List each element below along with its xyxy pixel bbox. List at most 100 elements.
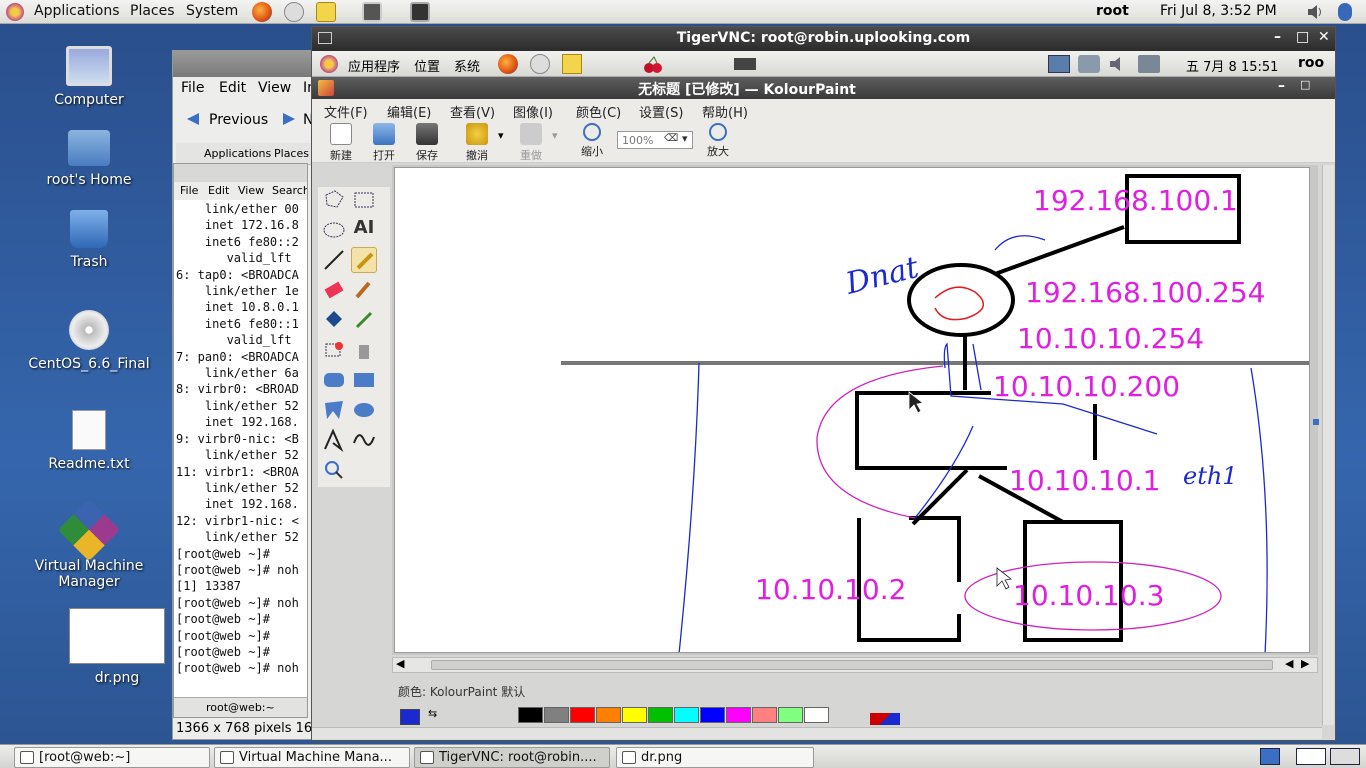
- desktop-icon-drpng[interactable]: dr.png: [42, 608, 192, 686]
- zoom-tool-icon[interactable]: [321, 457, 347, 483]
- color-picker-tool-icon[interactable]: [351, 307, 377, 333]
- clock[interactable]: Fri Jul 8, 3:52 PM: [1160, 3, 1277, 19]
- kp-minimize-icon[interactable]: –: [1278, 78, 1285, 94]
- kp-menu-edit[interactable]: 编辑(E): [387, 102, 431, 121]
- remote-network-icon[interactable]: [1078, 55, 1100, 73]
- workspace-switcher-2[interactable]: [1330, 748, 1360, 765]
- remote-firefox-icon[interactable]: [498, 54, 518, 74]
- palette-swatch[interactable]: [596, 707, 621, 723]
- new-button[interactable]: 新建: [321, 123, 361, 163]
- desktop-icon-vmm[interactable]: Virtual Machine Manager: [14, 498, 164, 590]
- remote-tray-1-icon[interactable]: [1048, 55, 1070, 73]
- horizontal-scrollbar[interactable]: ◀ ◀ ▶: [392, 657, 1318, 673]
- rect-tool-icon[interactable]: [351, 367, 377, 393]
- save-button[interactable]: 保存: [407, 123, 447, 163]
- connected-lines-tool-icon[interactable]: [321, 427, 347, 453]
- task-drpng[interactable]: dr.png: [616, 747, 814, 768]
- menu-places[interactable]: Places: [130, 3, 175, 19]
- remote-mail-icon[interactable]: [530, 54, 550, 74]
- spraycan-tool-icon[interactable]: [351, 337, 377, 363]
- vnc-titlebar[interactable]: TigerVNC: root@robin.uplooking.com – □ ✕: [312, 27, 1335, 51]
- desktop-icon-dvd[interactable]: CentOS_6.6_Final: [14, 310, 164, 372]
- notes-icon[interactable]: [316, 2, 336, 22]
- terminal-titlebar[interactable]: [174, 164, 307, 182]
- redo-button[interactable]: 重做: [511, 123, 551, 163]
- remote-tray-4-icon[interactable]: [1138, 55, 1160, 73]
- drawing-canvas[interactable]: 192.168.100.1 192.168.100.254 10.10.10.2…: [394, 167, 1310, 653]
- palette-swatch[interactable]: [726, 707, 751, 723]
- task-vmm[interactable]: Virtual Machine Mana...: [214, 747, 410, 768]
- palette-swatch[interactable]: [804, 707, 829, 723]
- kp-menu-settings[interactable]: 设置(S): [639, 102, 683, 121]
- terminal-tab[interactable]: root@web:~: [174, 697, 307, 717]
- palette-swatch[interactable]: [544, 707, 569, 723]
- term-menu-edit[interactable]: Edit: [208, 184, 229, 197]
- gnome-foot-icon[interactable]: [6, 3, 24, 21]
- desktop-icon-readme[interactable]: Readme.txt: [14, 410, 164, 472]
- clear-field-icon[interactable]: ⌫: [664, 133, 678, 144]
- terminal-output[interactable]: link/ether 00 inet 172.16.8 inet6 fe80::…: [176, 201, 307, 677]
- zoom-out-button[interactable]: 缩小: [572, 123, 612, 159]
- scroll-right-end-icon[interactable]: ▶: [1301, 657, 1309, 670]
- next-arrow-icon[interactable]: [281, 111, 297, 127]
- viewer-menu-view[interactable]: View: [258, 80, 291, 96]
- zoom-in-button[interactable]: 放大: [698, 123, 738, 159]
- vnc-bottom-scrollbar[interactable]: [312, 727, 1322, 739]
- cherry-icon[interactable]: [642, 56, 664, 74]
- remote-foot-icon[interactable]: [320, 55, 338, 73]
- rounded-rect-tool-icon[interactable]: [321, 367, 347, 393]
- user-name[interactable]: root: [1096, 3, 1129, 19]
- viewer-titlebar[interactable]: [173, 51, 321, 77]
- remote-clock[interactable]: 五 7月 8 15:51: [1186, 56, 1278, 75]
- inner-menu-places[interactable]: Places: [274, 147, 309, 160]
- palette-swatch[interactable]: [700, 707, 725, 723]
- desktop-icon-home[interactable]: root's Home: [14, 130, 164, 188]
- menu-applications[interactable]: Applications: [34, 3, 120, 19]
- line-tool-icon[interactable]: [321, 247, 347, 273]
- kp-menu-image[interactable]: 图像(I): [513, 102, 553, 121]
- task-terminal[interactable]: [root@web:~]: [14, 747, 210, 768]
- palette-swatch[interactable]: [518, 707, 543, 723]
- terminal-launcher-icon[interactable]: [410, 2, 430, 22]
- ellipse-select-tool-icon[interactable]: [321, 217, 347, 243]
- show-desktop-icon[interactable]: [1260, 748, 1280, 765]
- eraser-tool-icon[interactable]: [321, 277, 347, 303]
- viewer-menu-file[interactable]: File: [181, 80, 204, 96]
- zoom-dropdown-icon[interactable]: ▾: [682, 132, 688, 145]
- palette-swatch[interactable]: [570, 707, 595, 723]
- vertical-scrollbar[interactable]: [1322, 165, 1334, 725]
- previous-button[interactable]: Previous: [209, 112, 268, 128]
- screenshot-icon[interactable]: [362, 2, 382, 22]
- remote-volume-icon[interactable]: [1108, 55, 1130, 73]
- undo-button[interactable]: 撤消: [457, 123, 497, 163]
- open-button[interactable]: 打开: [364, 123, 404, 163]
- palette-swatch[interactable]: [752, 707, 777, 723]
- palette-swatch[interactable]: [648, 707, 673, 723]
- scrollbar-thumb[interactable]: [431, 660, 1273, 670]
- kp-menu-file[interactable]: 文件(F): [324, 102, 368, 121]
- term-menu-file[interactable]: File: [180, 184, 198, 197]
- kp-menu-colors[interactable]: 颜色(C): [576, 102, 621, 121]
- canvas-resize-handle[interactable]: [1313, 419, 1319, 425]
- remote-menu-applications[interactable]: 应用程序: [348, 56, 400, 75]
- remote-menu-places[interactable]: 位置: [414, 56, 440, 75]
- palette-swatch[interactable]: [778, 707, 803, 723]
- redo-dropdown-icon[interactable]: ▾: [552, 129, 558, 142]
- curve-tool-icon[interactable]: [351, 427, 377, 453]
- desktop-icon-computer[interactable]: Computer: [14, 46, 164, 108]
- fill-tool-icon[interactable]: [321, 307, 347, 333]
- brush-tool-icon[interactable]: [351, 277, 377, 303]
- volume-icon[interactable]: [1306, 4, 1324, 20]
- term-menu-view[interactable]: View: [238, 184, 264, 197]
- kp-menu-help[interactable]: 帮助(H): [702, 102, 748, 121]
- palette-swatch[interactable]: [622, 707, 647, 723]
- palette-swatch[interactable]: [674, 707, 699, 723]
- workspace-switcher-1[interactable]: [1296, 748, 1326, 765]
- menu-system[interactable]: System: [186, 3, 238, 19]
- scroll-left-icon[interactable]: ◀: [396, 657, 404, 670]
- swap-colors-icon[interactable]: ⇆: [428, 707, 437, 720]
- minimize-icon[interactable]: –: [1274, 29, 1281, 45]
- term-menu-search[interactable]: Search: [272, 184, 307, 197]
- free-select-tool-icon[interactable]: [321, 187, 347, 213]
- firefox-icon[interactable]: [252, 2, 272, 22]
